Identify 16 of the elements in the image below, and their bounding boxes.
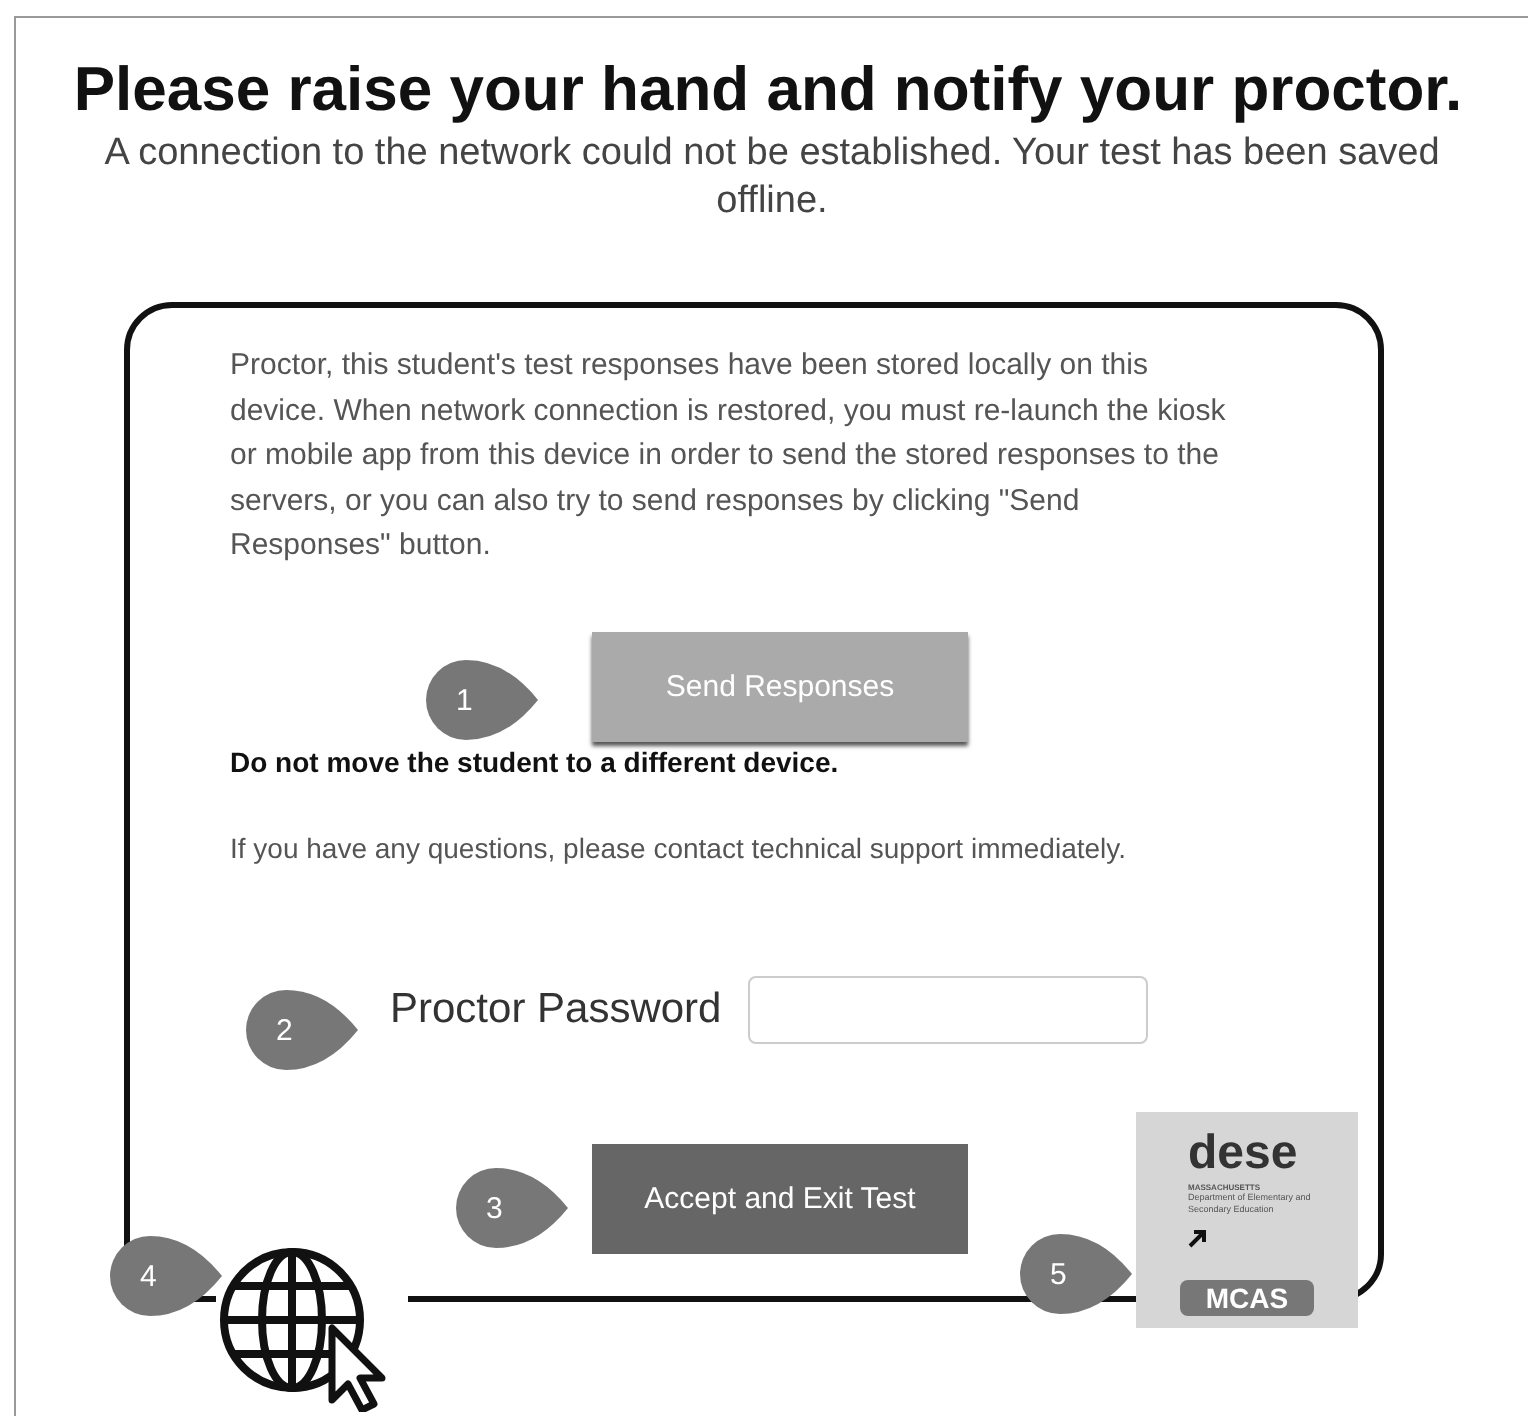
support-note: If you have any questions, please contact technical support immediately.	[230, 831, 1128, 863]
step-marker: 4	[110, 1236, 222, 1316]
step-marker: 1	[426, 660, 538, 740]
accept-exit-button[interactable]: Accept and Exit Test	[592, 1143, 968, 1253]
logo-program: MCAS	[1180, 1280, 1314, 1316]
step-marker: 3	[456, 1168, 568, 1248]
proctor-message: Proctor, this student's test responses have been stored locally on this device. When network connection is restored, you must re-launch the kiosk or mobile app from this device in order to send the stored responses to the servers, or you can also try to send responses by clicking "Send Responses" button.	[230, 346, 1228, 566]
logo-wordmark: dese	[1188, 1132, 1300, 1176]
password-field[interactable]	[748, 975, 1148, 1043]
subtitle: A connection to the network could not be established. Your test has been saved offline.	[102, 130, 1442, 226]
page-title: Please raise your hand and notify your proctor.	[71, 52, 1465, 126]
password-label: Proctor Password	[390, 985, 724, 1033]
step-marker: 5	[1020, 1234, 1132, 1314]
arrow-icon	[1188, 1228, 1208, 1248]
warning-text: Do not move the student to a different device.	[230, 745, 841, 777]
step-marker: 2	[246, 990, 358, 1070]
